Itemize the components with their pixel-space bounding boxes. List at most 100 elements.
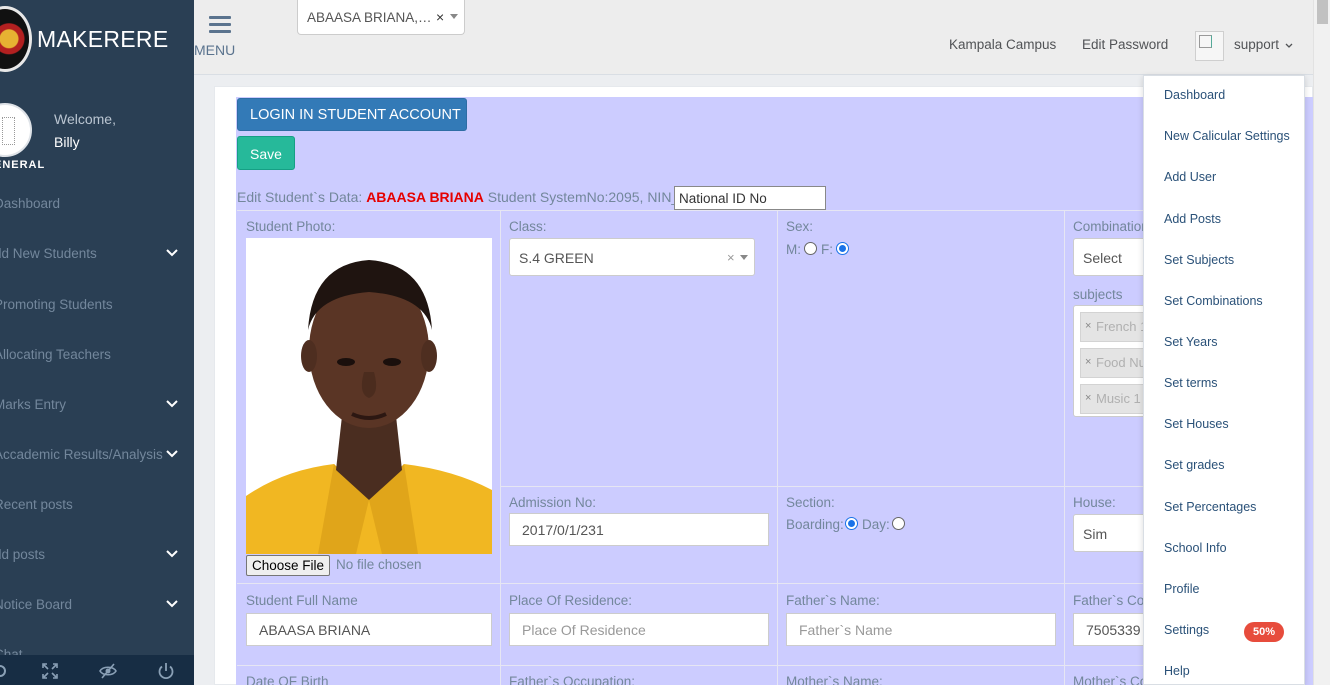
user-menu-toggle[interactable]: support: [1234, 37, 1293, 52]
no-file-text: No file chosen: [336, 557, 422, 572]
sidebar-item-academic-results[interactable]: Accademic Results/Analysis: [0, 440, 194, 470]
sidebar-item-label: dd posts: [0, 547, 46, 562]
fullname-input[interactable]: [246, 613, 492, 646]
vertical-scrollbar[interactable]: [1313, 0, 1330, 685]
menu-item-dashboard[interactable]: Dashboard: [1164, 88, 1225, 102]
sidebar-item-dashboard[interactable]: Dashboard: [0, 189, 194, 219]
menu-item-settings[interactable]: Settings: [1164, 623, 1209, 637]
class-value: S.4 GREEN: [519, 250, 594, 266]
father-contact-input[interactable]: [1073, 613, 1153, 646]
chevron-down-icon: [166, 249, 178, 257]
menu-item-new-calicular-settings[interactable]: New Calicular Settings: [1164, 129, 1290, 143]
brand-title: MAKERERE: [37, 26, 169, 52]
remove-tag-icon[interactable]: ×: [1085, 320, 1091, 332]
nin-input[interactable]: [674, 186, 826, 210]
login-student-account-button[interactable]: LOGIN IN STUDENT ACCOUNT: [237, 98, 467, 131]
house-value: Sim: [1083, 526, 1108, 542]
day-radio[interactable]: [892, 517, 905, 530]
sidebar-item-label: Recent posts: [0, 497, 73, 512]
combination-select[interactable]: Select: [1073, 238, 1153, 276]
residence-input[interactable]: [509, 613, 769, 646]
mother-contact-label: Mother`s Co: [1073, 674, 1148, 685]
user-avatar[interactable]: [1195, 31, 1224, 61]
menu-item-set-years[interactable]: Set Years: [1164, 335, 1218, 349]
edit-student-heading: Edit Student`s Data: ABAASA BRIANA Stude…: [237, 189, 704, 205]
form-divider: [237, 210, 1143, 211]
menu-item-school-info[interactable]: School Info: [1164, 541, 1227, 555]
admission-input[interactable]: [509, 513, 769, 546]
mother-name-label: Mother`s Name:: [786, 674, 883, 685]
form-divider: [237, 583, 1143, 584]
student-select[interactable]: ABAASA BRIANA, 2017/0/1/231 ×: [297, 0, 465, 35]
sidebar-item-add-new-students[interactable]: dd New Students: [0, 239, 194, 269]
chevron-down-icon: [166, 600, 178, 608]
house-label: House:: [1073, 495, 1116, 510]
scrollbar-thumb[interactable]: [1317, 0, 1328, 24]
photo-label: Student Photo:: [246, 219, 336, 234]
login-button-label: LOGIN IN STUDENT ACCOUNT: [250, 107, 461, 123]
residence-label: Place Of Residence:: [509, 593, 633, 608]
power-icon[interactable]: [157, 662, 175, 680]
caret-down-icon: [740, 255, 748, 260]
section-label: ENERAL: [0, 159, 46, 171]
menu-item-profile[interactable]: Profile: [1164, 582, 1199, 596]
sidebar-item-label: Marks Entry: [0, 397, 67, 412]
clear-icon[interactable]: ×: [727, 250, 735, 265]
sidebar-item-add-posts[interactable]: dd posts: [0, 540, 194, 570]
father-name-input[interactable]: [786, 613, 1056, 646]
house-select[interactable]: Sim: [1073, 514, 1153, 552]
fullscreen-icon[interactable]: [41, 662, 59, 680]
student-select-value: ABAASA BRIANA, 2017/0/1/231: [307, 10, 433, 25]
subject-tag-label: Food Nu: [1096, 355, 1146, 370]
settings-icon[interactable]: [0, 662, 9, 680]
fullname-label: Student Full Name: [246, 593, 358, 608]
form-divider: [237, 665, 1143, 666]
menu-toggle-button[interactable]: MENU: [194, 16, 235, 60]
menu-item-set-grades[interactable]: Set grades: [1164, 458, 1224, 472]
form-divider: [1064, 210, 1065, 685]
father-contact-label: Father`s Co: [1073, 593, 1145, 608]
welcome-text: Welcome,: [54, 111, 116, 127]
sidebar-item-label: Dashboard: [0, 196, 61, 211]
menu-item-set-terms[interactable]: Set terms: [1164, 376, 1218, 390]
day-label: Day:: [862, 517, 890, 532]
clear-icon[interactable]: ×: [436, 9, 444, 25]
chevron-down-icon: [166, 400, 178, 408]
menu-item-add-user[interactable]: Add User: [1164, 170, 1216, 184]
remove-tag-icon[interactable]: ×: [1085, 392, 1091, 404]
class-select[interactable]: S.4 GREEN ×: [509, 238, 755, 276]
admission-label: Admission No:: [509, 495, 597, 510]
form-divider: [500, 486, 1143, 487]
save-button[interactable]: Save: [237, 136, 295, 170]
sex-f-radio[interactable]: [836, 242, 849, 255]
sidebar-item-label: Notice Board: [0, 597, 73, 612]
edit-password-link[interactable]: Edit Password: [1082, 37, 1168, 52]
menu-item-set-combinations[interactable]: Set Combinations: [1164, 294, 1263, 308]
campus-link[interactable]: Kampala Campus: [949, 37, 1056, 52]
form-divider: [500, 210, 501, 685]
sex-m-radio[interactable]: [804, 242, 817, 255]
subject-tag-label: French 1: [1096, 319, 1148, 334]
subjects-multiselect[interactable]: × French 1 × Food Nu × Music 1: [1073, 305, 1153, 417]
combination-value: Select: [1083, 250, 1122, 266]
student-photo: [246, 238, 492, 554]
sidebar-item-marks-entry[interactable]: Marks Entry: [0, 390, 194, 420]
menu-item-set-subjects[interactable]: Set Subjects: [1164, 253, 1234, 267]
sidebar-item-promoting-students[interactable]: Promoting Students: [0, 290, 194, 320]
sidebar-item-notice-board[interactable]: Notice Board: [0, 590, 194, 620]
menu-item-add-posts[interactable]: Add Posts: [1164, 212, 1221, 226]
sidebar-item-recent-posts[interactable]: Recent posts: [0, 490, 194, 520]
menu-item-set-houses[interactable]: Set Houses: [1164, 417, 1229, 431]
menu-item-set-percentages[interactable]: Set Percentages: [1164, 500, 1256, 514]
sidebar-item-allocating-teachers[interactable]: Allocating Teachers: [0, 340, 194, 370]
hide-icon[interactable]: [99, 662, 117, 680]
choose-file-button[interactable]: Choose File: [246, 555, 330, 576]
remove-tag-icon[interactable]: ×: [1085, 356, 1091, 368]
boarding-radio[interactable]: [845, 517, 858, 530]
menu-item-help[interactable]: Help: [1164, 664, 1190, 678]
edit-student-name: ABAASA BRIANA: [366, 189, 484, 205]
edit-suffix: Student SystemNo:2095, NIN_NO:: [487, 189, 705, 205]
sex-m-label: M:: [786, 242, 801, 257]
user-dropdown-menu: Dashboard New Calicular Settings Add Use…: [1143, 75, 1305, 685]
sidebar: MAKERERE Welcome, Billy ENERAL Dashboard…: [0, 0, 194, 685]
